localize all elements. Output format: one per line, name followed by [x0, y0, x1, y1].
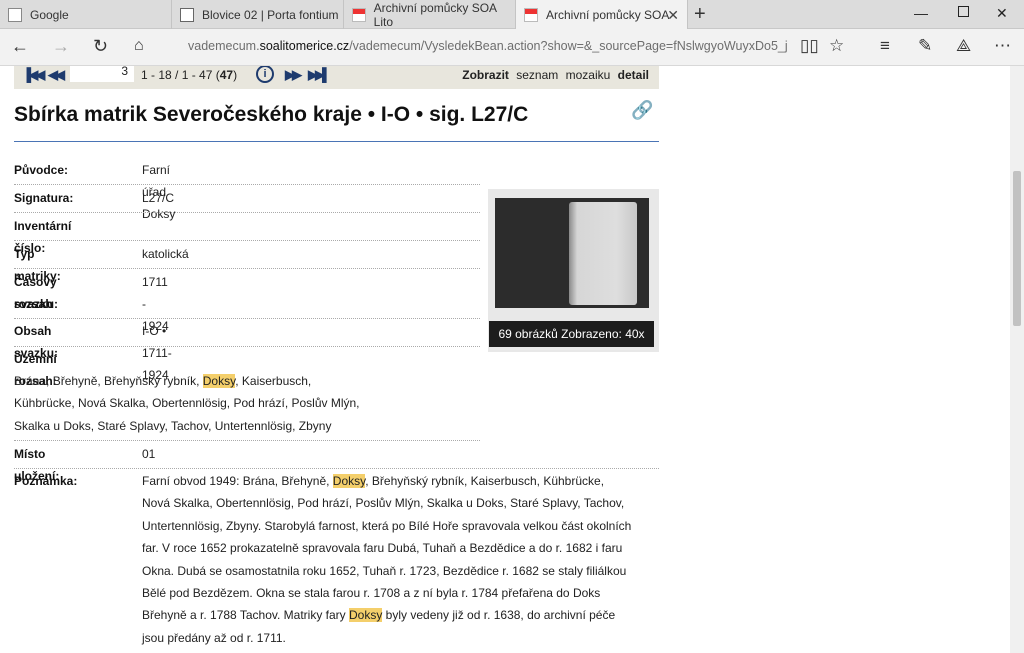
pager-bar: ▐◀◀ ◀◀ 3 1 - 18 / 1 - 47 (47) i ▶▶ ▶▶▌ Z…: [14, 66, 659, 89]
book-cover-image: [569, 202, 637, 305]
first-page-icon[interactable]: ▐◀◀: [22, 67, 45, 83]
page-title: Sbírka matrik Severočeského kraje • I-O …: [14, 103, 529, 126]
minimize-icon[interactable]: —: [914, 5, 928, 21]
field-value: katolická: [142, 247, 189, 261]
text-part: Farní obvod 1949: Brána, Břehyně,: [142, 474, 333, 488]
tab-title: Archivní pomůcky SOA Lito: [373, 0, 497, 29]
tab-blovice[interactable]: Blovice 02 | Porta fontium: [172, 0, 344, 29]
url-field[interactable]: vademecum.soalitomerice.cz/vademecum/Vys…: [188, 39, 788, 53]
soa-logo-icon: [524, 8, 538, 22]
text-part: byly vedeny již od r. 1638, do archivní …: [382, 608, 616, 623]
maximize-icon[interactable]: [958, 6, 969, 17]
field-value: 01: [142, 447, 156, 461]
divider: [14, 212, 480, 213]
title-divider: [14, 141, 659, 142]
tab-archivni-active[interactable]: Archivní pomůcky SOA ✕: [516, 0, 688, 30]
tab-bar: Google Blovice 02 | Porta fontium Archiv…: [0, 0, 1024, 30]
divider: [14, 184, 480, 185]
field-label-cont: svazku:: [14, 297, 59, 311]
field-label: Signatura:: [14, 191, 74, 205]
show-label: Zobrazit: [462, 68, 509, 82]
search-highlight: Doksy: [332, 474, 366, 488]
scrollbar-thumb[interactable]: [1013, 171, 1021, 326]
text-line: far. V roce 1652 prokazatelně spravovala…: [142, 541, 623, 556]
text-part: , Kaiserbusch,: [235, 374, 312, 388]
tab-title: Blovice 02 | Porta fontium: [202, 7, 339, 22]
hub-icon[interactable]: ≡: [880, 36, 890, 56]
view-list-link[interactable]: seznam: [516, 68, 558, 82]
home-icon[interactable]: ⌂: [134, 37, 144, 55]
text-line: Kühbrücke, Nová Skalka, Obertennlösig, P…: [14, 396, 360, 411]
text-line: Bělé pod Bezdězem. Okna se stala farou r…: [142, 586, 601, 601]
close-tab-icon[interactable]: ✕: [667, 7, 679, 24]
permalink-icon[interactable]: 🔗: [631, 100, 653, 121]
uzemni-rozsah-text: Brána, Břehyně, Břehyňský rybník, Doksy,…: [14, 370, 484, 437]
tab-google[interactable]: Google: [0, 0, 172, 29]
tab-archivni-1[interactable]: Archivní pomůcky SOA Lito: [344, 0, 516, 29]
range-text: 1 - 18 / 1 - 47 (47): [141, 68, 238, 82]
url-prefix: vademecum.: [188, 39, 260, 53]
divider: [14, 440, 480, 441]
divider: [14, 468, 659, 469]
view-switcher: Zobrazit seznam mozaiku detail: [462, 68, 649, 82]
tab-title: Google: [30, 7, 69, 22]
back-icon[interactable]: ←: [11, 36, 29, 57]
last-page-icon[interactable]: ▶▶▌: [308, 67, 331, 83]
text-line: jsou předány až od r. 1711.: [142, 630, 286, 645]
soa-logo-icon: [352, 7, 366, 22]
address-bar: ← → ↻ ⌂ vademecum.soalitomerice.cz/vadem…: [0, 29, 1024, 66]
url-domain: soalitomerice.cz: [259, 39, 350, 53]
text-part: Břehyně a r. 1788 Tachov. Matriky fary: [142, 608, 349, 623]
reading-view-icon[interactable]: ▯▯: [800, 36, 819, 56]
poznamka-text: Farní obvod 1949: Brána, Břehyně, Doksy,…: [142, 470, 662, 649]
more-icon[interactable]: ⋯: [994, 36, 1011, 56]
divider: [14, 318, 480, 319]
close-window-icon[interactable]: ✕: [996, 5, 1008, 22]
total-count: 47: [219, 68, 234, 82]
url-path: /vademecum/VysledekBean.action?show=&_so…: [349, 39, 788, 53]
prev-page-icon[interactable]: ◀◀: [48, 67, 65, 83]
text-part: Brána, Břehyně, Břehyňský rybník,: [14, 374, 203, 388]
page-content: ▐◀◀ ◀◀ 3 1 - 18 / 1 - 47 (47) i ▶▶ ▶▶▌ Z…: [0, 66, 1010, 653]
share-icon[interactable]: ⟁: [956, 36, 971, 56]
view-detail-link[interactable]: detail: [618, 68, 649, 82]
page-icon: [8, 7, 22, 22]
new-tab-icon[interactable]: +: [694, 3, 706, 26]
text-line: Okna. Dubá se osamostatnila roku 1652, T…: [142, 563, 627, 578]
search-highlight: Doksy: [349, 608, 383, 623]
search-highlight: Doksy: [202, 374, 236, 388]
text-line: Nová Skalka, Obertennlösig, Pod hrází, P…: [142, 496, 625, 511]
tab-title: Archivní pomůcky SOA: [546, 8, 670, 22]
range-value: 1 - 18 / 1 - 47: [141, 68, 213, 82]
web-note-icon[interactable]: ✎: [918, 36, 932, 56]
vertical-scrollbar[interactable]: [1010, 66, 1024, 653]
field-label: Poznámka:: [14, 474, 78, 488]
info-icon[interactable]: i: [256, 66, 274, 83]
divider: [14, 240, 480, 241]
refresh-icon[interactable]: ↻: [93, 36, 108, 57]
scan-thumbnail[interactable]: 69 obrázků Zobrazeno: 40x: [488, 189, 659, 352]
view-mosaic-link[interactable]: mozaiku: [566, 68, 611, 82]
divider: [14, 346, 480, 347]
thumbnail-caption: 69 obrázků Zobrazeno: 40x: [489, 321, 654, 347]
next-page-icon[interactable]: ▶▶: [285, 67, 302, 83]
page-number-input[interactable]: 3: [70, 66, 134, 82]
book-scan-image[interactable]: [495, 198, 649, 308]
text-line: Untertennlösig, Zbyny. Starobylá farnost…: [142, 518, 632, 533]
text-line: Skalka u Doks, Staré Splavy, Tachov, Unt…: [14, 418, 332, 433]
text-part: , Břehyňský rybník, Kaiserbusch, Kühbrüc…: [365, 474, 605, 488]
favorite-star-icon[interactable]: ☆: [829, 36, 844, 56]
field-label: Původce:: [14, 163, 69, 177]
field-value: L27/C: [142, 191, 175, 205]
page-icon: [180, 7, 194, 22]
forward-icon[interactable]: →: [52, 36, 70, 57]
divider: [14, 268, 480, 269]
